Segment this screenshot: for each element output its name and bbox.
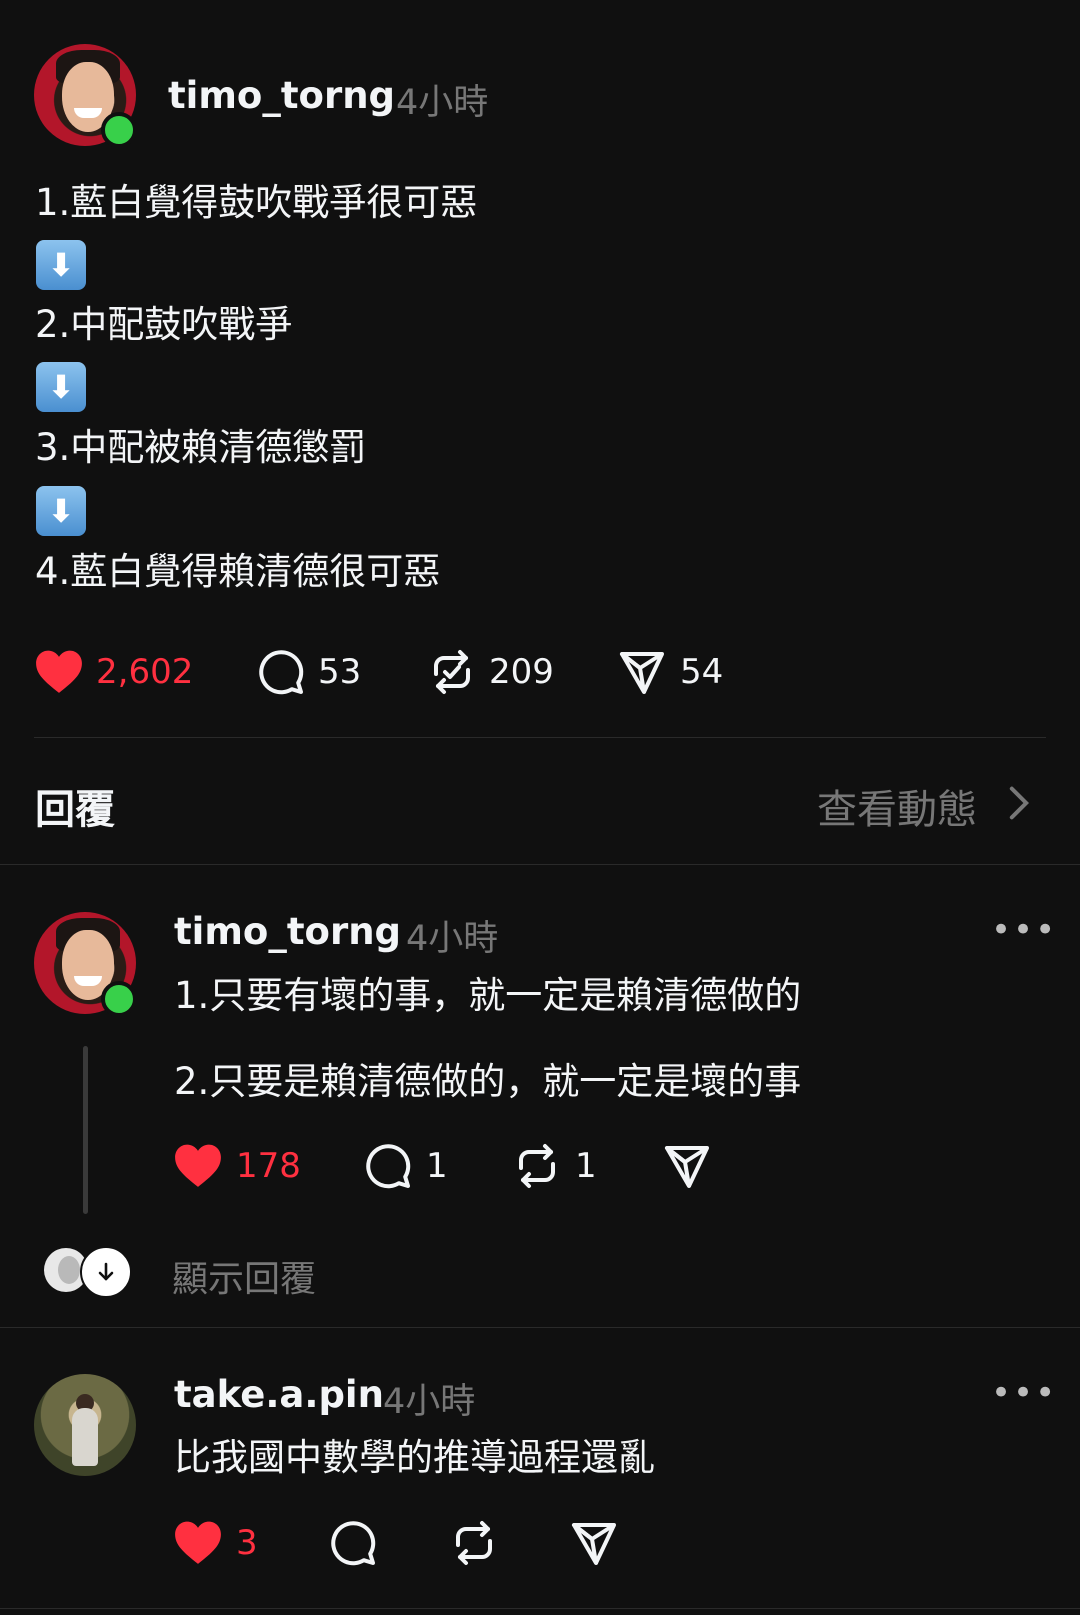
reply-line-1: 1.只要有壞的事，就一定是賴清德做的 [174, 974, 802, 1017]
chevron-right-icon[interactable] [1008, 785, 1030, 821]
divider [0, 1608, 1080, 1609]
down-arrow-icon: ⬇ [36, 362, 86, 412]
comment-count: 53 [318, 652, 362, 692]
reply-time: 4小時 [383, 1382, 476, 1422]
share-icon [665, 1146, 709, 1188]
online-indicator [101, 981, 137, 1017]
share-count: 54 [680, 652, 724, 692]
online-indicator [101, 112, 137, 148]
repost-button[interactable] [450, 1519, 498, 1567]
comment-button[interactable] [329, 1519, 377, 1567]
share-button[interactable] [570, 1519, 618, 1567]
reply-username[interactable]: take.a.pin [174, 1373, 384, 1416]
repost-icon [434, 650, 470, 694]
down-arrow-icon: ⬇ [36, 240, 86, 290]
comment-button[interactable] [257, 648, 305, 696]
repost-button[interactable] [513, 1142, 561, 1190]
comment-button[interactable] [364, 1142, 412, 1190]
post-line-4: 4.藍白覺得賴清德很可惡 [35, 550, 441, 593]
post-username[interactable]: timo_torng [168, 74, 395, 117]
like-count: 3 [236, 1523, 258, 1563]
divider [0, 864, 1080, 865]
repost-count: 209 [489, 652, 554, 692]
post-line-2: 2.中配鼓吹戰爭 [35, 303, 293, 346]
repost-icon [456, 1521, 492, 1565]
heart-icon [175, 1144, 221, 1187]
view-activity-link[interactable]: 查看動態 [817, 777, 977, 835]
share-icon [572, 1523, 616, 1565]
share-button[interactable] [663, 1142, 711, 1190]
replies-title: 回覆 [35, 787, 115, 833]
post-time: 4小時 [396, 83, 489, 123]
like-count: 178 [236, 1146, 301, 1186]
repost-button[interactable] [428, 648, 476, 696]
down-arrow-icon: ⬇ [36, 486, 86, 536]
repost-icon [519, 1144, 555, 1188]
like-button[interactable] [34, 648, 84, 694]
share-icon [620, 652, 664, 694]
share-button[interactable] [618, 648, 666, 696]
heart-icon [175, 1521, 221, 1564]
like-button[interactable] [173, 1519, 223, 1565]
comment-icon [331, 1521, 376, 1566]
more-icon[interactable]: ••• [991, 913, 1057, 947]
avatar[interactable] [34, 1374, 136, 1476]
divider [0, 1327, 1080, 1328]
reply-username[interactable]: timo_torng [174, 910, 401, 953]
reply-line-2: 2.只要是賴清德做的，就一定是壞的事 [174, 1060, 802, 1103]
heart-icon [36, 650, 82, 693]
comment-count: 1 [426, 1146, 448, 1186]
more-icon[interactable]: ••• [991, 1376, 1057, 1410]
reply-time: 4小時 [406, 919, 499, 959]
show-replies-link[interactable]: 顯示回覆 [172, 1250, 316, 1302]
like-button[interactable] [173, 1142, 223, 1188]
repost-count: 1 [575, 1146, 597, 1186]
comment-icon [366, 1144, 411, 1189]
post-line-3: 3.中配被賴清德懲罰 [35, 426, 367, 469]
arrow-down-icon[interactable] [80, 1246, 132, 1298]
post-line-1: 1.藍白覺得鼓吹戰爭很可惡 [35, 181, 478, 224]
divider [34, 737, 1046, 738]
thread-line [83, 1046, 88, 1214]
reply-text: 比我國中數學的推導過程還亂 [174, 1436, 655, 1479]
like-count: 2,602 [96, 652, 194, 692]
comment-icon [259, 650, 304, 695]
